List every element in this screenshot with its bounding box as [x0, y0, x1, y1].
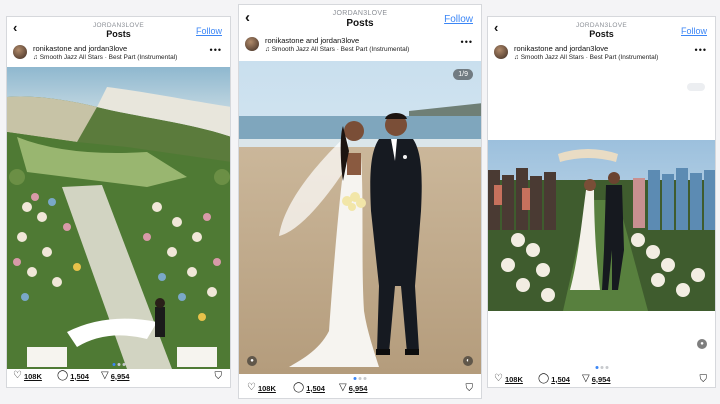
user-tag-icon[interactable]: ●	[247, 356, 257, 366]
post-meta: ronikastone and jordan3love ♫ Smooth Jaz…	[239, 31, 481, 57]
more-horizontal-icon[interactable]: •••	[461, 37, 473, 47]
share-button[interactable]: ▽ 6,954	[582, 374, 610, 384]
like-button[interactable]: ♡ 108K	[494, 374, 523, 384]
more-horizontal-icon[interactable]: •••	[695, 45, 707, 55]
header: ‹ JORDAN3LOVE Posts Follow	[488, 17, 715, 39]
post-users[interactable]: ronikastone and jordan3love	[514, 44, 608, 53]
heart-icon: ♡	[494, 373, 503, 384]
like-button[interactable]: ♡ 108K	[247, 383, 276, 393]
header: ‹ JORDAN3LOVE Posts Follow	[239, 5, 481, 31]
send-icon: ▽	[582, 373, 590, 384]
audio-label: Smooth Jazz All Stars · Best Part (Instr…	[39, 54, 178, 61]
more-horizontal-icon[interactable]: •••	[210, 45, 222, 55]
like-count[interactable]: 108K	[258, 384, 276, 393]
indicator-pill	[687, 83, 705, 91]
follow-button[interactable]: Follow	[444, 14, 473, 25]
bookmark-icon[interactable]: ⛉	[700, 374, 708, 385]
music-note-icon: ♫	[265, 46, 272, 53]
post-meta: ronikastone and jordan3love ♫ Smooth Jaz…	[488, 39, 715, 65]
heart-icon: ♡	[13, 370, 22, 381]
couple-on-beach-image	[239, 61, 481, 374]
post-photo[interactable]	[488, 140, 715, 311]
user-tag-icon[interactable]: ●	[697, 339, 707, 349]
like-button[interactable]: ♡ 108K	[13, 371, 42, 381]
post-actions: ♡ 108K ◯ 1,504 ▽ 6,954 ⛉	[239, 377, 481, 398]
comment-count[interactable]: 1,504	[551, 375, 570, 384]
send-icon: ▽	[101, 370, 109, 381]
aerial-ceremony-image	[7, 67, 230, 369]
comment-icon: ◯	[538, 373, 550, 384]
comment-count[interactable]: 1,504	[306, 384, 325, 393]
carousel-dots	[353, 377, 367, 380]
comment-count[interactable]: 1,504	[70, 372, 89, 381]
audio-label: Smooth Jazz All Stars · Best Part (Instr…	[271, 46, 410, 53]
post-users[interactable]: ronikastone and jordan3love	[33, 44, 127, 53]
comment-icon: ◯	[293, 382, 305, 393]
follow-button[interactable]: Follow	[681, 26, 707, 36]
header: ‹ JORDAN3LOVE Posts Follow	[7, 17, 230, 39]
audio-track[interactable]: ♫ Smooth Jazz All Stars · Best Part (Ins…	[265, 46, 409, 53]
post-actions: ♡ 108K ◯ 1,504 ▽ 6,954 ⛉	[7, 363, 230, 387]
audio-label: Smooth Jazz All Stars · Best Part (Instr…	[520, 54, 659, 61]
avatar[interactable]	[245, 37, 259, 51]
comment-button[interactable]: ◯ 1,504	[57, 371, 89, 381]
bookmark-icon[interactable]: ⛉	[215, 371, 223, 382]
avatar[interactable]	[13, 45, 27, 59]
carousel-dots	[112, 363, 125, 366]
like-count[interactable]: 108K	[24, 372, 42, 381]
post-meta: ronikastone and jordan3love ♫ Smooth Jaz…	[7, 39, 230, 65]
post-actions: ♡ 108K ◯ 1,504 ▽ 6,954 ⛉	[488, 366, 715, 387]
comment-icon: ◯	[57, 370, 69, 381]
avatar[interactable]	[494, 45, 508, 59]
post-screen-1: ‹ JORDAN3LOVE Posts Follow ronikastone a…	[6, 16, 231, 388]
share-count[interactable]: 6,954	[592, 375, 611, 384]
heart-icon: ♡	[247, 382, 256, 393]
post-users[interactable]: ronikastone and jordan3love	[265, 36, 359, 45]
post-photo[interactable]	[7, 67, 230, 369]
send-icon: ▽	[339, 382, 347, 393]
music-note-icon: ♫	[514, 54, 521, 61]
share-count[interactable]: 6,954	[111, 372, 130, 381]
comment-button[interactable]: ◯ 1,504	[538, 374, 570, 384]
music-note-icon: ♫	[33, 54, 40, 61]
audio-track[interactable]: ♫ Smooth Jazz All Stars · Best Part (Ins…	[514, 54, 658, 61]
follow-button[interactable]: Follow	[196, 26, 222, 36]
comment-button[interactable]: ◯ 1,504	[293, 383, 325, 393]
post-screen-3: ‹ JORDAN3LOVE Posts Follow ronikastone a…	[487, 16, 716, 388]
carousel-dots	[595, 366, 608, 369]
carousel-counter: 1/9	[453, 69, 473, 80]
share-count[interactable]: 6,954	[349, 384, 368, 393]
mute-icon[interactable]: ◐	[463, 356, 473, 366]
post-photo[interactable]: 1/9 ● ◐	[239, 61, 481, 374]
ceremony-aisle-image	[488, 140, 715, 311]
like-count[interactable]: 108K	[505, 375, 523, 384]
audio-track[interactable]: ♫ Smooth Jazz All Stars · Best Part (Ins…	[33, 54, 177, 61]
share-button[interactable]: ▽ 6,954	[339, 383, 367, 393]
post-screen-2: ‹ JORDAN3LOVE Posts Follow ronikastone a…	[238, 4, 482, 399]
share-button[interactable]: ▽ 6,954	[101, 371, 129, 381]
bookmark-icon[interactable]: ⛉	[466, 383, 474, 394]
